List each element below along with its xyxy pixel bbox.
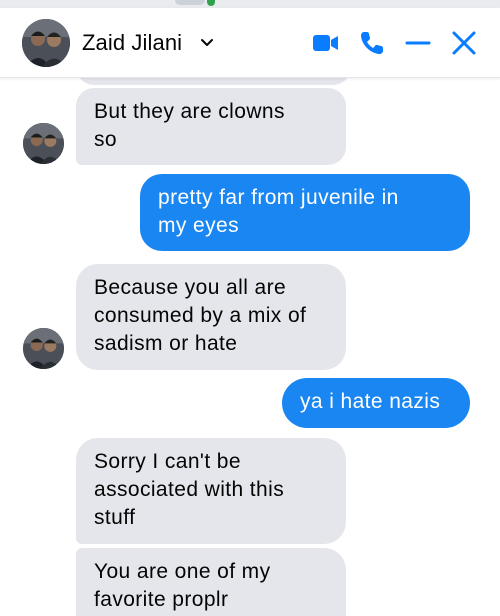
chevron-down-icon[interactable] [200, 38, 214, 48]
video-call-icon[interactable] [312, 30, 340, 56]
message-bubble-outgoing[interactable]: ya i hate nazis [282, 378, 470, 428]
sender-avatar-image [23, 123, 64, 164]
chat-header: Zaid Jilani [0, 8, 500, 78]
background-page-strip [0, 0, 500, 8]
sender-avatar[interactable] [23, 123, 64, 164]
contact-avatar-image [22, 19, 70, 67]
message-bubble-incoming[interactable]: Because you all are consumed by a mix of… [76, 264, 346, 370]
message-list[interactable]: But they are clowns so pretty far from j… [0, 58, 500, 616]
close-icon[interactable] [451, 30, 477, 56]
sender-avatar-image [23, 328, 64, 369]
sender-avatar[interactable] [23, 328, 64, 369]
phone-call-icon[interactable] [359, 30, 385, 56]
message-bubble-outgoing[interactable]: pretty far from juvenile in my eyes [140, 174, 470, 251]
chat-window: Zaid Jilani But they are clowns so prett… [0, 0, 500, 616]
contact-name[interactable]: Zaid Jilani [82, 30, 182, 56]
contact-avatar[interactable] [22, 19, 70, 67]
background-avatar-edge [175, 0, 205, 5]
message-bubble-incoming[interactable]: But they are clowns so [76, 88, 346, 165]
message-bubble-incoming[interactable]: You are one of my favorite proplr [76, 548, 346, 616]
minimize-icon[interactable] [404, 30, 432, 56]
message-bubble-incoming[interactable]: Sorry I can't be associated with this st… [76, 438, 346, 544]
